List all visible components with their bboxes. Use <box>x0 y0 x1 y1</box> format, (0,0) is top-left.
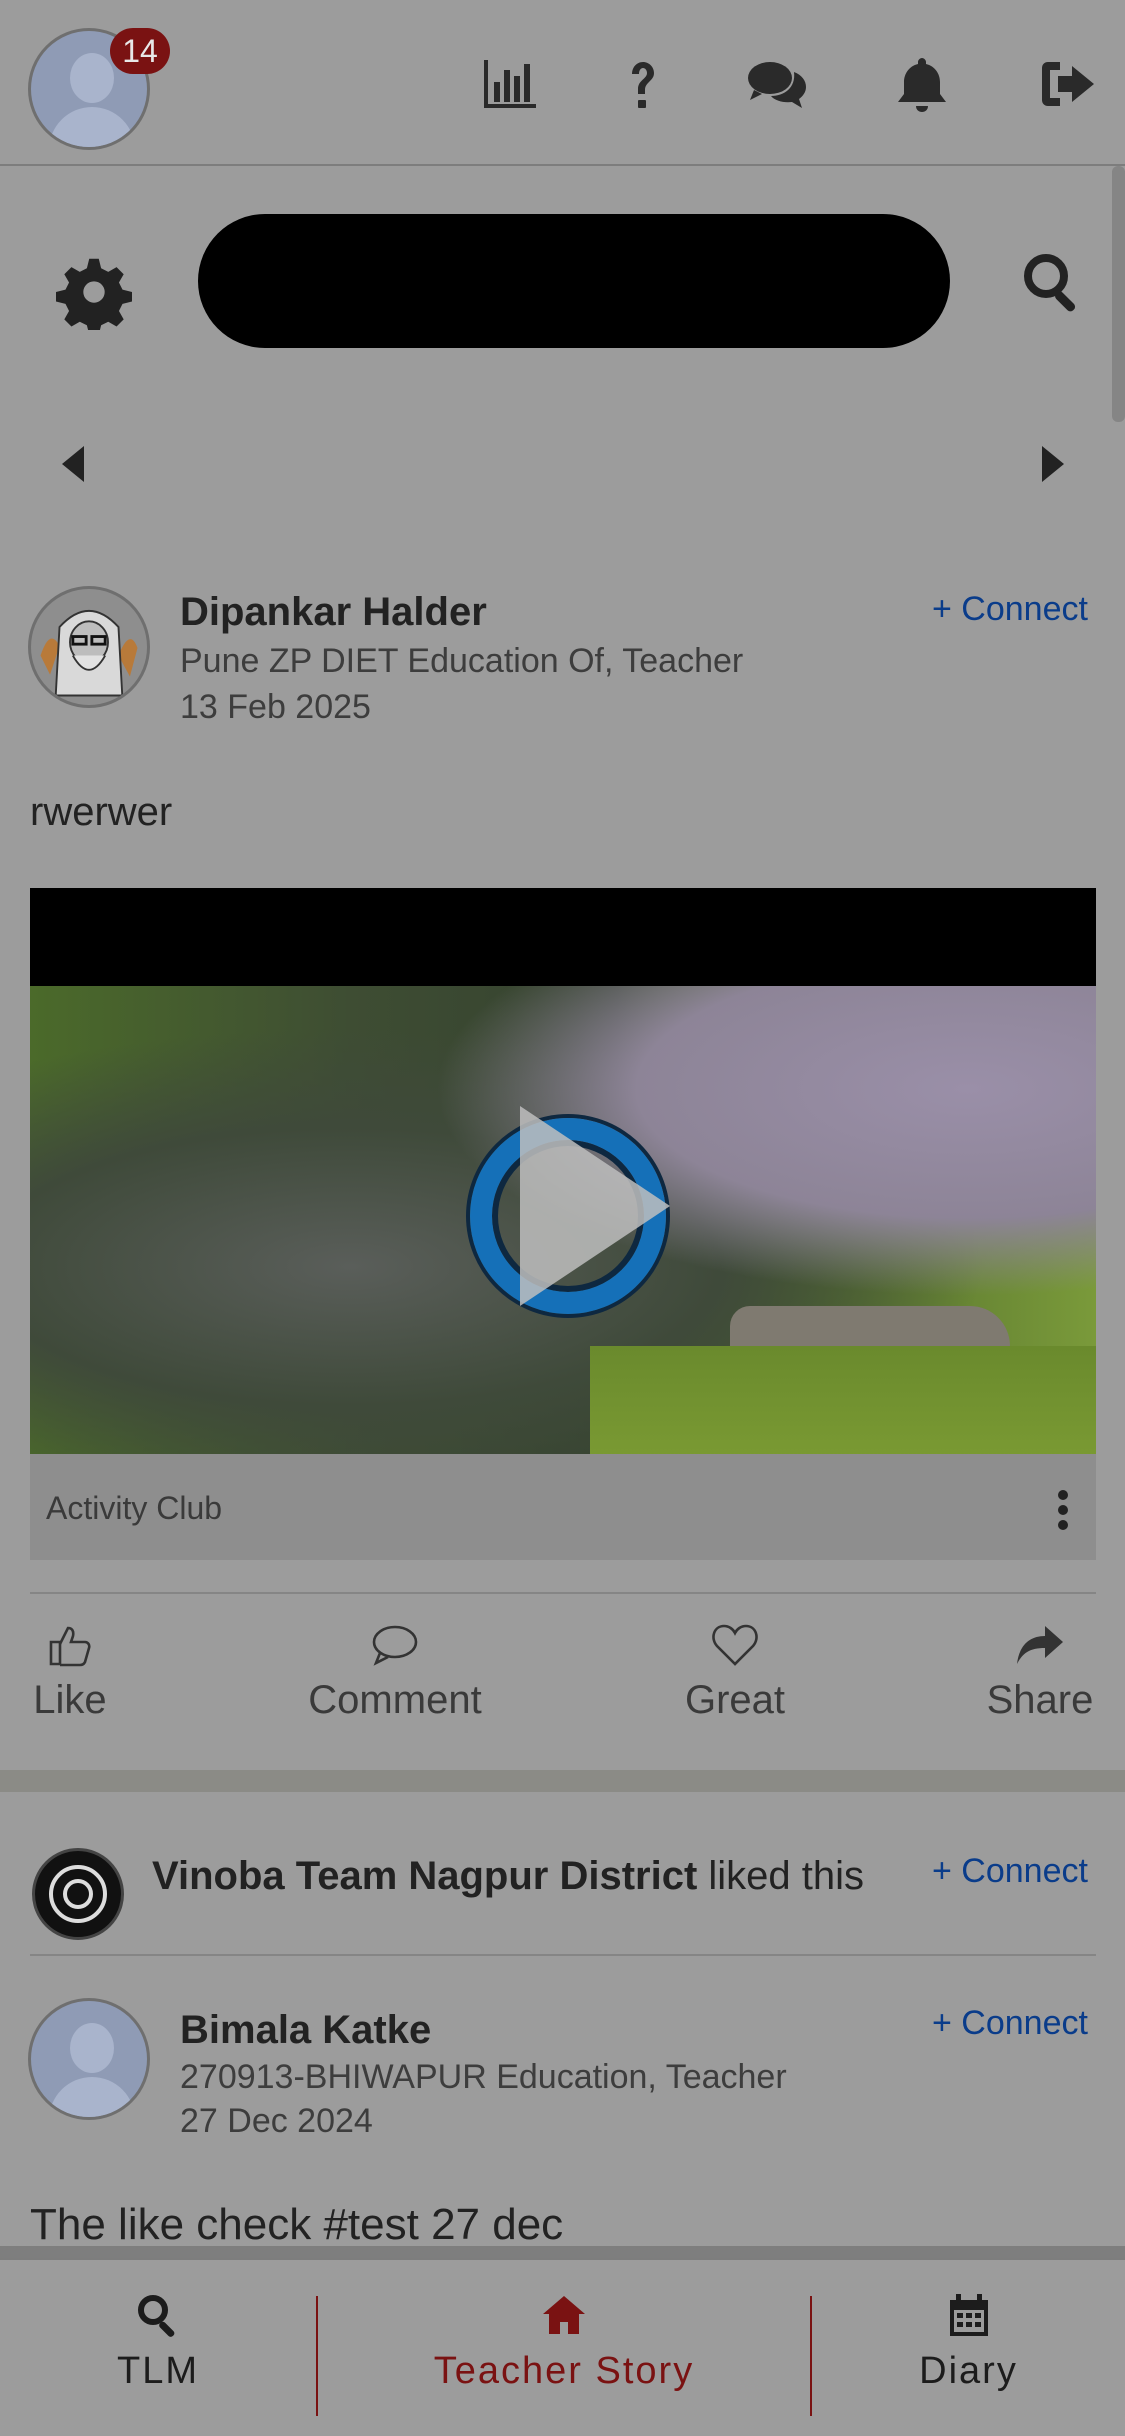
liked-by-avatar[interactable] <box>32 1848 124 1940</box>
tab-teacher-story[interactable]: Teacher Story <box>318 2260 810 2436</box>
bell-icon[interactable] <box>890 52 954 116</box>
gear-icon[interactable] <box>56 254 132 335</box>
search-icon[interactable] <box>1020 250 1084 314</box>
post-text: The like check #test 27 dec <box>30 2200 564 2249</box>
author-role: 270913-BHIWAPUR Education, Teacher <box>180 2058 787 2096</box>
author-name[interactable]: Dipankar Halder <box>180 590 487 635</box>
author-name[interactable]: Bimala Katke <box>180 2008 431 2053</box>
comment-button[interactable]: Comment <box>300 1620 490 1723</box>
connect-button[interactable]: + Connect <box>932 590 1088 629</box>
tab-diary[interactable]: Diary <box>812 2260 1125 2436</box>
calendar-icon <box>946 2292 992 2338</box>
scrollbar[interactable] <box>1112 166 1125 422</box>
video-footer: Activity Club <box>30 1454 1096 1560</box>
avatar-placeholder <box>28 1998 150 2120</box>
logout-icon[interactable] <box>1036 52 1100 116</box>
author-role: Pune ZP DIET Education Of, Teacher <box>180 642 744 680</box>
search-icon <box>135 2292 181 2338</box>
notification-count-badge: 14 <box>110 28 170 74</box>
divider <box>30 1592 1096 1594</box>
club-label[interactable]: Activity Club <box>46 1490 222 1527</box>
caret-left-icon[interactable] <box>54 440 94 488</box>
comment-icon <box>370 1620 420 1670</box>
heart-icon <box>710 1620 760 1670</box>
home-icon <box>541 2292 587 2338</box>
tab-label: Diary <box>919 2350 1018 2392</box>
search-input[interactable] <box>198 214 950 348</box>
tab-label: TLM <box>117 2350 199 2392</box>
share-button[interactable]: Share <box>980 1620 1100 1723</box>
section-separator <box>0 1770 1125 1792</box>
tab-tlm[interactable]: TLM <box>0 2260 316 2436</box>
stats-chart-icon[interactable] <box>478 52 542 116</box>
more-options-icon[interactable] <box>1058 1490 1070 1530</box>
caret-right-icon[interactable] <box>1032 440 1072 488</box>
post-text: rwerwer <box>30 790 173 834</box>
author-avatar[interactable] <box>28 586 150 708</box>
liked-suffix: liked this <box>697 1854 865 1898</box>
help-icon[interactable] <box>610 52 674 116</box>
top-header: 14 <box>0 0 1125 166</box>
comment-label: Comment <box>308 1678 482 1722</box>
liked-by-connect-button[interactable]: + Connect <box>932 1852 1088 1891</box>
author-avatar[interactable] <box>28 1998 150 2120</box>
connect-button[interactable]: + Connect <box>932 2004 1088 2043</box>
like-label: Like <box>33 1678 107 1722</box>
tab-label: Teacher Story <box>433 2350 695 2392</box>
bottom-navigation: TLM Teacher Story Diary <box>0 2258 1125 2436</box>
play-icon[interactable] <box>520 1106 670 1306</box>
liked-by-name[interactable]: Vinoba Team Nagpur District <box>152 1854 697 1898</box>
post-date: 27 Dec 2024 <box>180 2102 373 2140</box>
share-icon <box>1015 1620 1065 1670</box>
thumbs-up-icon <box>45 1620 95 1670</box>
great-button[interactable]: Great <box>680 1620 790 1723</box>
like-button[interactable]: Like <box>30 1620 110 1723</box>
liked-by-text: Vinoba Team Nagpur District liked this <box>152 1854 864 1899</box>
divider <box>30 1954 1096 1956</box>
great-label: Great <box>684 1678 786 1722</box>
post-date: 13 Feb 2025 <box>180 688 371 726</box>
chat-icon[interactable] <box>744 52 808 116</box>
share-label: Share <box>986 1678 1094 1722</box>
video-player[interactable] <box>30 888 1096 1454</box>
